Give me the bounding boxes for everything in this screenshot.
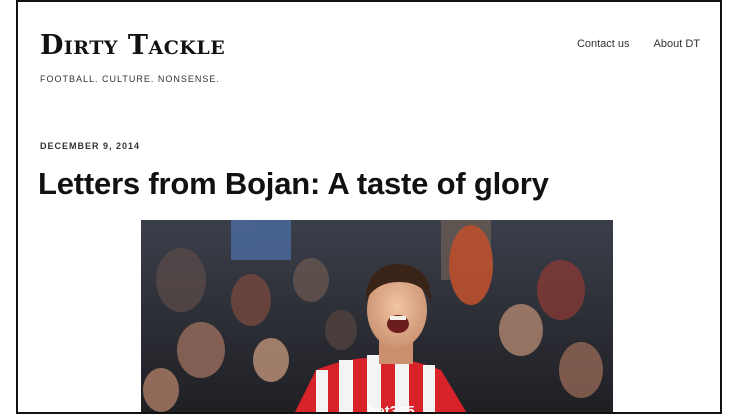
post-title[interactable]: Letters from Bojan: A taste of glory (38, 166, 549, 202)
nav-about-dt[interactable]: About DT (654, 38, 700, 50)
nav-contact-us[interactable]: Contact us (577, 38, 630, 50)
main-nav: Contact us About DT (577, 38, 700, 50)
site-logo-text[interactable]: Dirty Tackle (40, 30, 225, 61)
browser-frame: Dirty Tackle FOOTBALL. CULTURE. NONSENSE… (16, 0, 722, 414)
hero-photo: bet365 (141, 220, 613, 414)
post-date: DECEMBER 9, 2014 (40, 141, 141, 151)
site-tagline: FOOTBALL. CULTURE. NONSENSE. (40, 74, 220, 84)
shirt-sponsor-text: bet365 (367, 403, 415, 414)
post-hero-image[interactable]: bet365 (141, 220, 613, 414)
